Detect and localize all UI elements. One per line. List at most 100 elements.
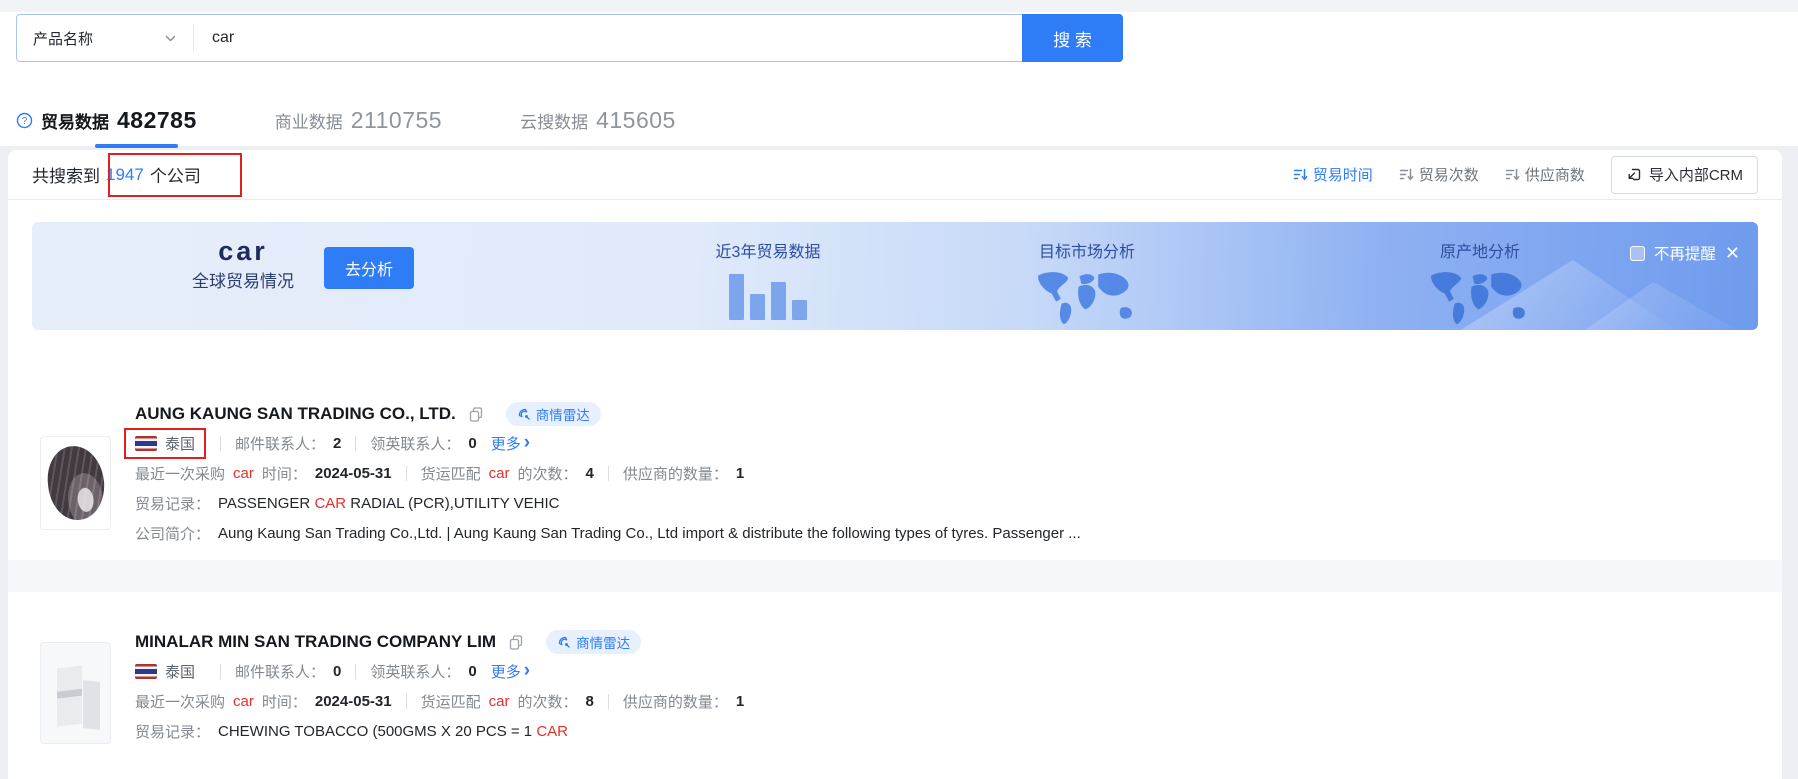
- divider: [608, 466, 609, 481]
- divider: [355, 664, 356, 679]
- linkedin-contacts-value: 0: [468, 435, 476, 452]
- import-crm-label: 导入内部CRM: [1649, 164, 1743, 185]
- chevron-down-icon: [164, 32, 177, 45]
- supplier-label: 供应商的数量：: [623, 691, 728, 712]
- country-name: 泰国: [165, 661, 195, 682]
- dismiss-checkbox[interactable]: [1630, 246, 1645, 261]
- email-contacts-label: 邮件联系人：: [235, 661, 325, 682]
- found-count: 1947: [106, 165, 144, 185]
- banner-keyword-block: car 全球贸易情况 去分析: [192, 234, 414, 296]
- tab-cloud-search-data[interactable]: 云搜数据 415605: [520, 107, 676, 134]
- tab-count: 415605: [596, 107, 676, 134]
- divider: [406, 694, 407, 709]
- found-prefix: 共搜索到: [32, 162, 100, 187]
- supplier-label: 供应商的数量：: [623, 463, 728, 484]
- trade-record-label: 贸易记录：: [135, 493, 210, 514]
- copy-icon[interactable]: [508, 634, 524, 651]
- tab-business-data[interactable]: 商业数据 2110755: [275, 107, 442, 134]
- freight-label: 的次数：: [517, 463, 577, 484]
- sort-icon: [1293, 167, 1308, 182]
- keyword-highlight: car: [489, 693, 510, 710]
- last-purchase: 最近一次采购 car 时间： 2024-05-31: [135, 691, 392, 712]
- card-separator: [8, 560, 1782, 592]
- dismiss-label[interactable]: 不再提醒: [1654, 242, 1716, 264]
- world-map-icon: [1395, 268, 1565, 326]
- sort-label: 贸易次数: [1419, 164, 1479, 185]
- freight-match: 货运匹配 car 的次数： 8: [421, 691, 594, 712]
- search-button[interactable]: 搜 索: [1022, 14, 1123, 62]
- banner-subtitle: 全球贸易情况: [192, 268, 294, 296]
- tire-image: [44, 443, 107, 522]
- trade-record-value: PASSENGER CAR RADIAL (PCR),UTILITY VEHIC: [218, 495, 559, 512]
- purchase-label: 最近一次采购: [135, 463, 225, 484]
- supplier-count-value: 1: [736, 465, 744, 482]
- more-label: 更多: [491, 661, 521, 682]
- company-name[interactable]: AUNG KAUNG SAN TRADING CO., LTD.: [135, 404, 456, 424]
- banner-section-trade: 近3年贸易数据: [683, 238, 853, 320]
- tab-label: 云搜数据: [520, 108, 588, 133]
- banner-section-title: 原产地分析: [1395, 238, 1565, 262]
- freight-label: 货运匹配: [421, 691, 481, 712]
- more-link[interactable]: 更多 ›: [491, 433, 530, 454]
- linkedin-contacts-value: 0: [468, 663, 476, 680]
- company-intro-label: 公司简介：: [135, 523, 210, 544]
- close-icon[interactable]: ✕: [1725, 246, 1740, 261]
- purchase-label: 最近一次采购: [135, 691, 225, 712]
- analyze-button[interactable]: 去分析: [324, 247, 414, 289]
- more-link[interactable]: 更多 ›: [491, 661, 530, 682]
- last-purchase: 最近一次采购 car 时间： 2024-05-31: [135, 463, 392, 484]
- search-header: 产品名称 搜 索 ? 贸易数据 482785 商业数据 2110755 云搜数据…: [0, 12, 1798, 146]
- business-radar-badge[interactable]: 商情雷达: [506, 402, 601, 426]
- radar-icon: [557, 635, 571, 649]
- banner-keyword: car: [218, 234, 268, 268]
- country: 泰国: [124, 656, 206, 687]
- banner-section-title: 目标市场分析: [1002, 238, 1172, 262]
- found-suffix: 个公司: [150, 162, 201, 187]
- copy-icon[interactable]: [468, 406, 484, 423]
- search-input[interactable]: [194, 15, 1023, 61]
- trade-record-label: 贸易记录：: [135, 721, 210, 742]
- purchase-label: 时间：: [262, 691, 307, 712]
- active-tab-underline: [95, 144, 178, 148]
- radar-icon: [517, 407, 531, 421]
- tab-count: 2110755: [351, 107, 442, 134]
- chevron-right-icon: ›: [524, 436, 530, 450]
- search-category-label: 产品名称: [33, 28, 93, 49]
- tab-trade-data[interactable]: ? 贸易数据 482785: [16, 107, 197, 134]
- purchase-label: 时间：: [262, 463, 307, 484]
- banner-section-market: 目标市场分析: [1002, 238, 1172, 326]
- email-contacts: 邮件联系人： 0: [235, 661, 341, 682]
- keyword-highlight: CAR: [314, 495, 346, 512]
- sort-trade-count[interactable]: 贸易次数: [1399, 164, 1479, 185]
- freight-label: 的次数：: [517, 691, 577, 712]
- divider: [220, 664, 221, 679]
- company-name[interactable]: MINALAR MIN SAN TRADING COMPANY LIM: [135, 632, 496, 652]
- search-category-select[interactable]: 产品名称: [17, 15, 193, 61]
- import-crm-button[interactable]: 导入内部CRM: [1611, 156, 1758, 194]
- tab-label: 贸易数据: [41, 108, 109, 133]
- email-contacts-label: 邮件联系人：: [235, 433, 325, 454]
- freight-match: 货运匹配 car 的次数： 4: [421, 463, 594, 484]
- banner-dismiss-group: 不再提醒 ✕: [1630, 242, 1740, 264]
- supplier-count: 供应商的数量： 1: [623, 463, 744, 484]
- trade-analysis-banner: car 全球贸易情况 去分析 近3年贸易数据 目标市场分析 原产地分析 不再提醒…: [32, 222, 1758, 330]
- purchase-date-value: 2024-05-31: [315, 693, 392, 710]
- linkedin-contacts: 领英联系人： 0: [370, 661, 476, 682]
- sort-supplier-count[interactable]: 供应商数: [1505, 164, 1585, 185]
- trade-record-row: 贸易记录： CHEWING TOBACCO (500GMS X 20 PCS =…: [135, 716, 1758, 746]
- sort-label: 贸易时间: [1313, 164, 1373, 185]
- sort-label: 供应商数: [1525, 164, 1585, 185]
- business-radar-badge[interactable]: 商情雷达: [546, 630, 641, 654]
- sort-trade-time[interactable]: 贸易时间: [1293, 164, 1373, 185]
- freight-count-value: 4: [585, 465, 593, 482]
- banner-section-title: 近3年贸易数据: [683, 238, 853, 262]
- company-thumbnail[interactable]: [40, 642, 111, 744]
- divider: [608, 694, 609, 709]
- company-thumbnail[interactable]: [40, 436, 111, 530]
- data-source-tabs: ? 贸易数据 482785 商业数据 2110755 云搜数据 415605: [16, 100, 676, 140]
- trade-record-row: 贸易记录： PASSENGER CAR RADIAL (PCR),UTILITY…: [135, 488, 1758, 518]
- question-circle-icon: ?: [16, 112, 33, 129]
- badge-label: 商情雷达: [536, 404, 590, 424]
- supplier-count: 供应商的数量： 1: [623, 691, 744, 712]
- thailand-flag-icon: [135, 436, 157, 451]
